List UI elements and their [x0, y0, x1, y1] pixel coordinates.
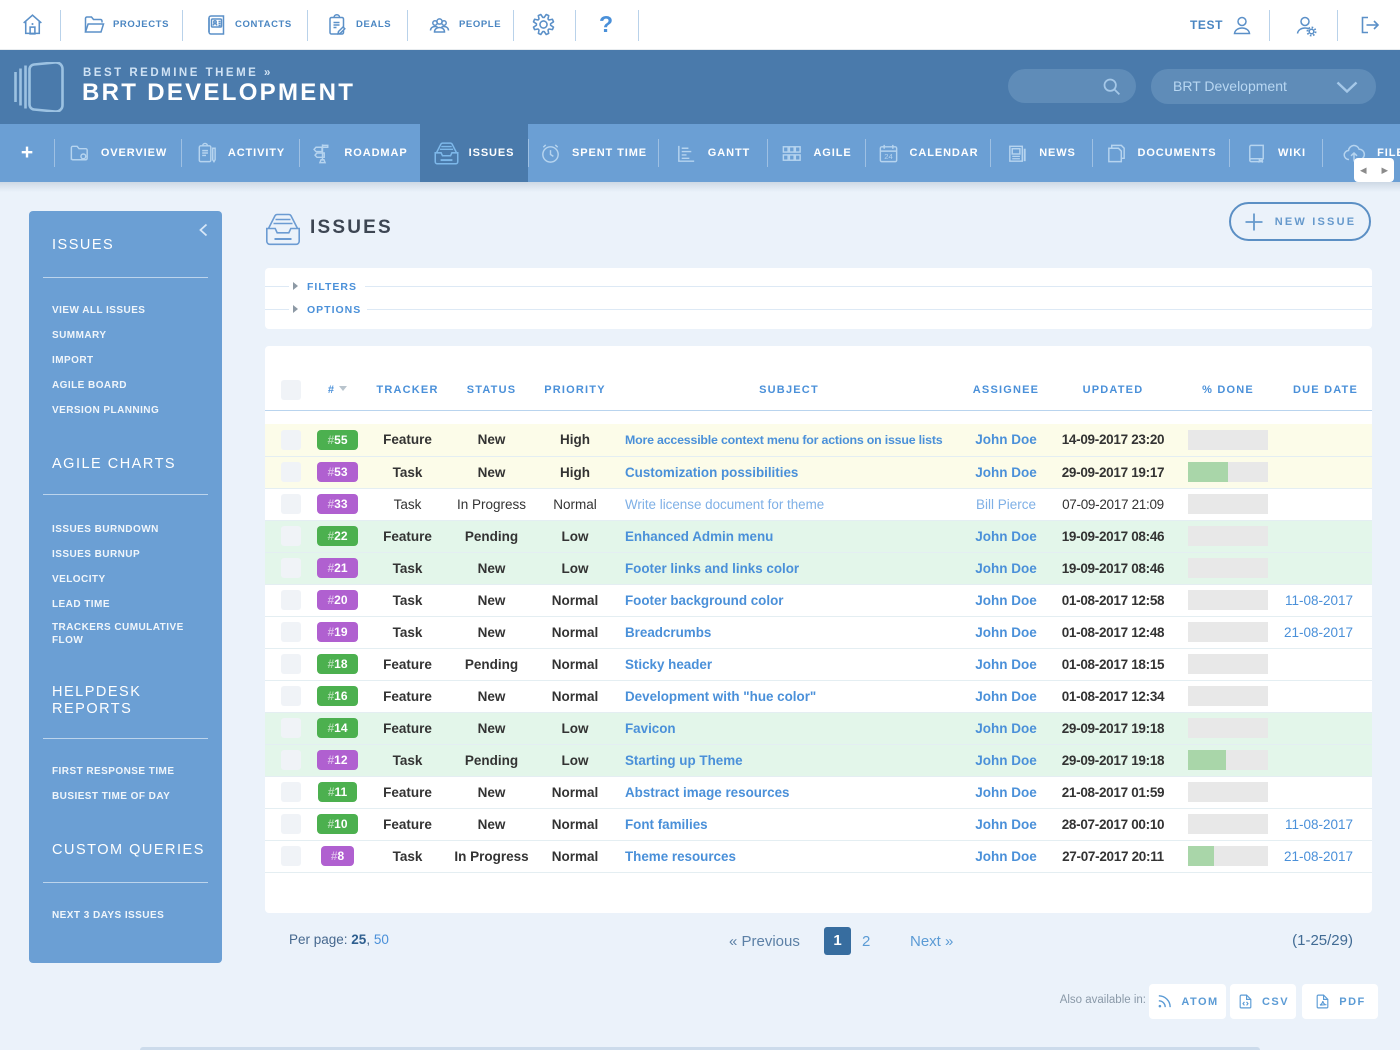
svg-text:24: 24 [884, 151, 893, 160]
